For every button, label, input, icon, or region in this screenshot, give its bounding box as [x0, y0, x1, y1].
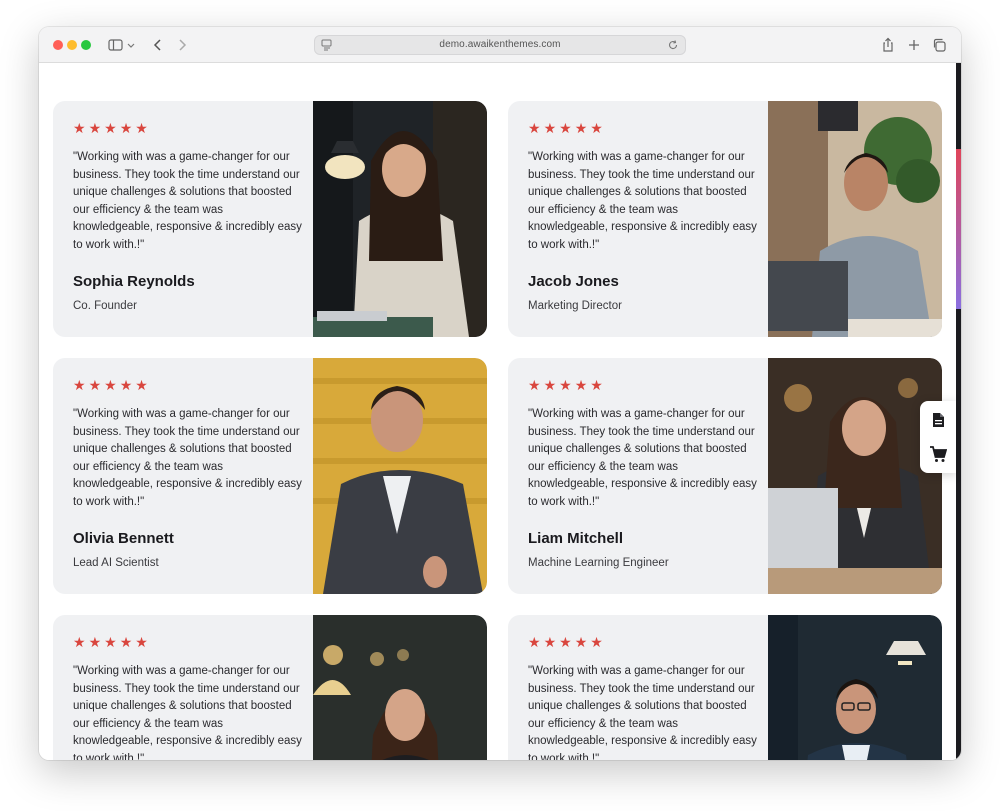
star-icon: ★: [528, 120, 541, 136]
browser-window: demo.awaikenthemes.com ★ ★ ★ ★ ★ "Working wi…: [39, 27, 961, 760]
testimonial-quote: "Working with was a game-changer for our…: [528, 665, 757, 760]
star-icon: ★: [559, 120, 572, 136]
person-name: Sophia Reynolds: [73, 273, 195, 290]
star-icon: ★: [559, 634, 572, 650]
star-icon: ★: [528, 377, 541, 393]
star-icon: ★: [135, 634, 148, 650]
star-icon: ★: [135, 377, 148, 393]
star-icon: ★: [119, 120, 133, 136]
star-icon: ★: [88, 377, 102, 393]
person-photo: [768, 101, 942, 337]
star-rating: ★ ★ ★ ★ ★: [73, 635, 148, 649]
star-rating: ★ ★ ★ ★ ★: [528, 378, 603, 392]
testimonial-card: ★ ★ ★ ★ ★ "Working with was a game-changer f…: [53, 358, 487, 594]
tab-overview-icon[interactable]: [931, 36, 949, 54]
url-text: demo.awaikenthemes.com: [439, 39, 561, 50]
close-window-button[interactable]: [53, 40, 63, 50]
minimize-window-button[interactable]: [67, 40, 77, 50]
star-icon: ★: [119, 634, 133, 650]
sidebar-toggle-icon[interactable]: [107, 36, 125, 54]
testimonial-quote: "Working with was a game-changer for our…: [73, 151, 302, 251]
testimonial-quote: "Working with was a game-changer for our…: [528, 151, 757, 251]
star-icon: ★: [135, 120, 148, 136]
person-photo: [768, 358, 942, 594]
testimonial-card: ★ ★ ★ ★ ★ "Working with was a game-changer f…: [508, 358, 942, 594]
star-icon: ★: [119, 377, 133, 393]
testimonial-card: ★ ★ ★ ★ ★ "Working with was a game-changer f…: [53, 615, 487, 760]
star-icon: ★: [574, 377, 588, 393]
page-content: ★ ★ ★ ★ ★ "Working with was a game-changer f…: [39, 63, 961, 760]
forward-icon[interactable]: [173, 36, 191, 54]
address-bar[interactable]: demo.awaikenthemes.com: [314, 35, 686, 55]
star-rating: ★ ★ ★ ★ ★: [528, 121, 603, 135]
star-rating: ★ ★ ★ ★ ★: [73, 121, 148, 135]
chevron-down-icon[interactable]: [126, 36, 136, 54]
zoom-window-button[interactable]: [81, 40, 91, 50]
testimonial-card: ★ ★ ★ ★ ★ "Working with was a game-changer f…: [508, 101, 942, 337]
person-name: Liam Mitchell: [528, 530, 624, 547]
person-name: Jacob Jones: [528, 273, 619, 290]
testimonial-quote: "Working with was a game-changer for our…: [73, 408, 302, 508]
person-role: Co. Founder: [73, 300, 137, 312]
star-icon: ★: [528, 634, 541, 650]
star-icon: ★: [574, 120, 588, 136]
star-icon: ★: [73, 634, 86, 650]
star-icon: ★: [590, 377, 603, 393]
person-role: Lead AI Scientist: [73, 557, 159, 569]
person-photo: [313, 615, 487, 760]
star-icon: ★: [590, 120, 603, 136]
testimonial-card: ★ ★ ★ ★ ★ "Working with was a game-changer f…: [508, 615, 942, 760]
star-icon: ★: [104, 634, 117, 650]
star-icon: ★: [73, 377, 86, 393]
star-icon: ★: [574, 634, 588, 650]
reload-icon[interactable]: [666, 38, 680, 57]
star-icon: ★: [73, 120, 86, 136]
share-icon[interactable]: [879, 36, 897, 54]
star-icon: ★: [104, 120, 117, 136]
star-icon: ★: [590, 634, 603, 650]
star-rating: ★ ★ ★ ★ ★: [528, 635, 603, 649]
testimonial-quote: "Working with was a game-changer for our…: [73, 665, 302, 760]
star-icon: ★: [543, 377, 557, 393]
star-icon: ★: [543, 634, 557, 650]
star-icon: ★: [88, 634, 102, 650]
star-icon: ★: [543, 120, 557, 136]
browser-toolbar: demo.awaikenthemes.com: [39, 27, 961, 63]
person-role: Machine Learning Engineer: [528, 557, 669, 569]
person-photo: [313, 101, 487, 337]
floating-action-bar: [920, 401, 956, 473]
person-photo: [313, 358, 487, 594]
document-icon[interactable]: [929, 411, 947, 429]
scrollbar-thumb[interactable]: [956, 149, 961, 309]
person-role: Marketing Director: [528, 300, 622, 312]
person-name: Olivia Bennett: [73, 530, 174, 547]
star-icon: ★: [88, 120, 102, 136]
testimonial-quote: "Working with was a game-changer for our…: [528, 408, 757, 508]
star-rating: ★ ★ ★ ★ ★: [73, 378, 148, 392]
star-icon: ★: [559, 377, 572, 393]
cart-icon[interactable]: [929, 445, 948, 463]
person-photo: [768, 615, 942, 760]
new-tab-icon[interactable]: [905, 36, 923, 54]
back-icon[interactable]: [149, 36, 167, 54]
star-icon: ★: [104, 377, 117, 393]
testimonial-card: ★ ★ ★ ★ ★ "Working with was a game-changer f…: [53, 101, 487, 337]
